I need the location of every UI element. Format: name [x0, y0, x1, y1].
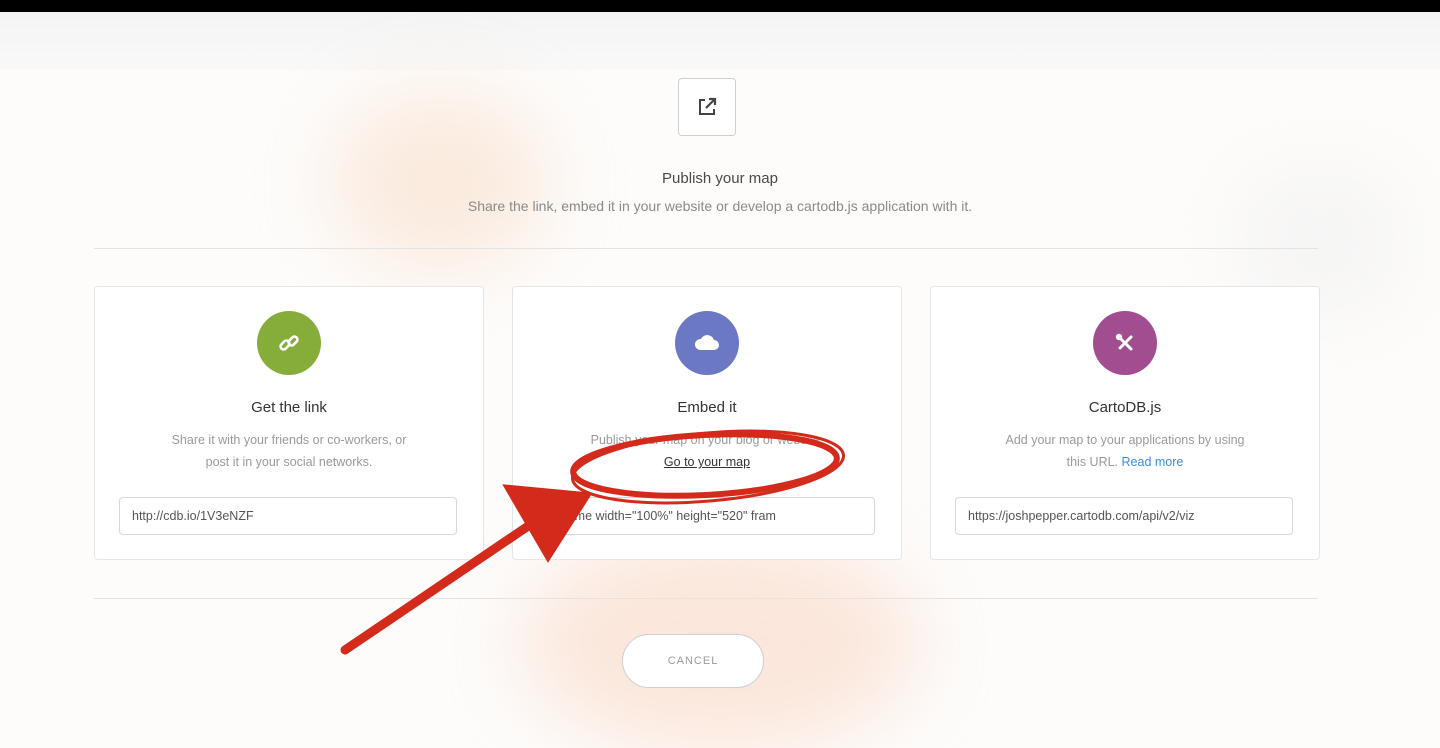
share-link-field[interactable] [119, 497, 457, 535]
cancel-button[interactable]: CANCEL [622, 634, 764, 688]
card-description: Publish your map on your blog or website… [590, 433, 824, 469]
dialog-title: Publish your map [662, 170, 778, 187]
link-icon [257, 311, 321, 375]
external-link-icon [678, 78, 736, 136]
dialog-subtitle: Share the link, embed it in your website… [467, 198, 973, 214]
card-title: Get the link [251, 399, 327, 416]
go-to-map-link[interactable]: Go to your map [664, 455, 750, 469]
cloud-icon [675, 311, 739, 375]
read-more-link[interactable]: Read more [1122, 455, 1184, 469]
tools-icon [1093, 311, 1157, 375]
card-description: Add your map to your applications by usi… [1005, 433, 1245, 469]
embed-code-field[interactable] [537, 497, 875, 535]
cartodb-url-field[interactable] [955, 497, 1293, 535]
divider-bottom [94, 598, 1318, 599]
card-title: CartoDB.js [1088, 399, 1162, 416]
embed-card: Embed it Publish your map on your blog o… [512, 286, 902, 560]
publish-dialog: Publish your map Share the link, embed i… [0, 12, 1440, 748]
divider-top [94, 248, 1318, 249]
card-title: Embed it [677, 399, 737, 416]
cartodb-js-card: CartoDB.js Add your map to your applicat… [930, 286, 1320, 560]
get-link-card: Get the link Share it with your friends … [94, 286, 484, 560]
card-description: Share it with your friends or co-workers… [171, 433, 407, 469]
top-bar [0, 12, 1440, 70]
